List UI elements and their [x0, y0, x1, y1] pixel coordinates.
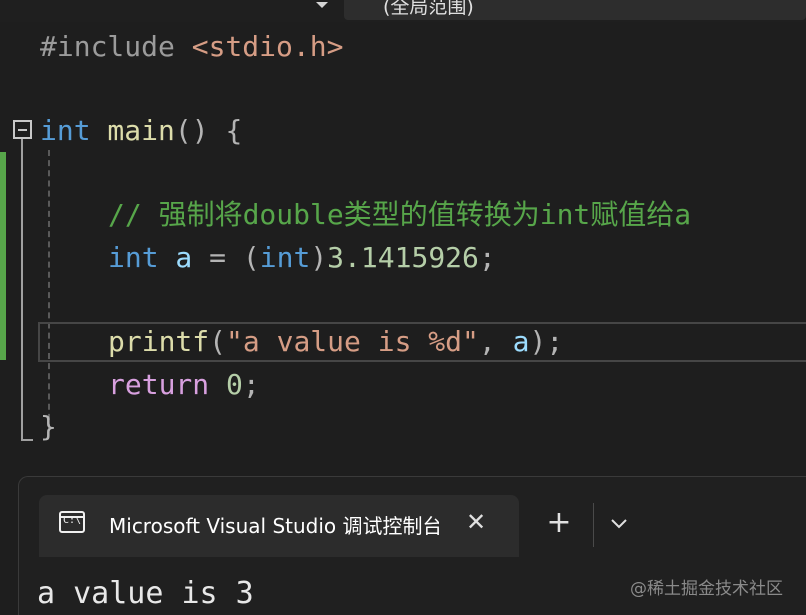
semicolon: ; [242, 368, 260, 401]
code-line-comment[interactable]: // 强制将double类型的值转换为int赋值给a [108, 198, 691, 232]
function-name: main [90, 114, 175, 147]
close-paren: ); [529, 325, 564, 358]
function-call-name: printf [108, 325, 210, 358]
code-line-1[interactable]: #include <stdio.h> [40, 30, 343, 64]
string-literal: "a value is %d" [226, 325, 479, 358]
fold-guide-end [21, 439, 33, 441]
comma: , [478, 325, 513, 358]
return-keyword: return [108, 368, 210, 401]
open-paren: ( [209, 325, 227, 358]
cast-type: int [259, 241, 311, 274]
terminal-tab[interactable]: C:\ Microsoft Visual Studio 调试控制台 ✕ [39, 495, 519, 557]
preprocessor-directive: #include [40, 30, 192, 63]
collapse-icon[interactable] [13, 120, 32, 139]
code-line-close-brace[interactable]: } [40, 410, 57, 444]
chevron-down-icon[interactable] [316, 2, 328, 8]
new-tab-button[interactable]: + [543, 507, 575, 539]
console-icon: C:\ [59, 511, 85, 533]
terminal-output-line: a value is 3 [37, 576, 254, 611]
scope-dropdown-label: (全局范围) [383, 0, 474, 18]
fold-guide-line [21, 139, 23, 441]
code-line-2[interactable]: int main() { [40, 114, 242, 148]
argument-variable: a [512, 325, 530, 358]
type-keyword: int [40, 114, 91, 147]
tab-divider [593, 503, 594, 547]
watermark-text: @稀土掘金技术社区 [630, 579, 783, 599]
variable-name: a [158, 241, 193, 274]
type-keyword: int [108, 241, 159, 274]
open-brace: { [225, 114, 243, 147]
code-line-return[interactable]: return 0; [108, 368, 260, 402]
semicolon: ; [478, 241, 496, 274]
return-value: 0 [226, 368, 243, 401]
float-literal: 3.1415926 [327, 241, 479, 274]
code-editor[interactable]: #include <stdio.h> int main() { // 强制将do… [0, 22, 806, 476]
code-line-assignment[interactable]: int a = (int)3.1415926; [108, 241, 496, 275]
indent-guide [48, 150, 50, 430]
code-line-printf[interactable]: printf("a value is %d", a); [108, 325, 563, 359]
terminal-tab-title: Microsoft Visual Studio 调试控制台 [109, 514, 439, 538]
assign-operator: = ( [192, 241, 260, 274]
include-header: <stdio.h> [191, 30, 344, 63]
chevron-down-icon[interactable] [607, 511, 631, 535]
navigation-bar: (全局范围) [0, 0, 806, 22]
function-parens: () [174, 114, 226, 147]
change-indicator-bar [0, 152, 6, 360]
cast-close: ) [310, 241, 328, 274]
close-icon[interactable]: ✕ [461, 507, 491, 537]
